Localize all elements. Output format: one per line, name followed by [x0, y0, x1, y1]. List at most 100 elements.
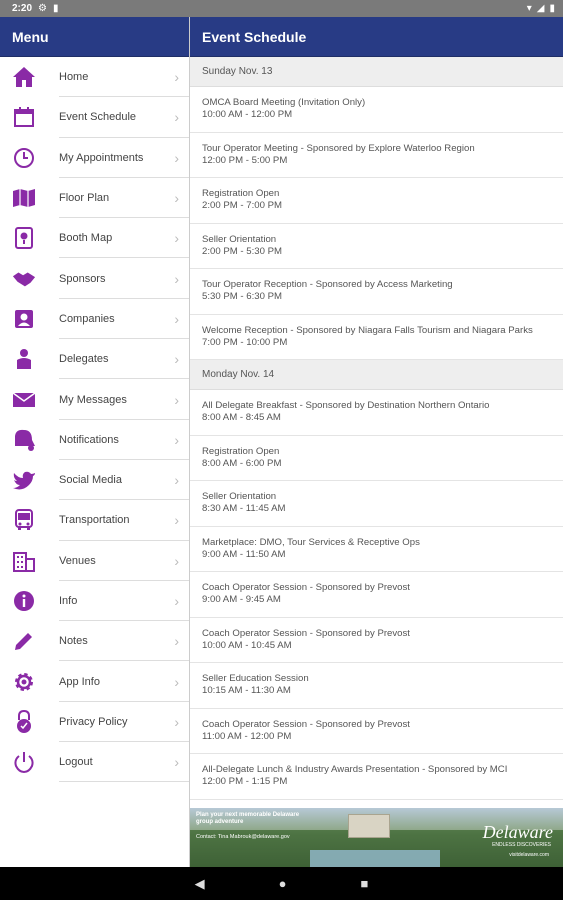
menu-title: Menu: [0, 17, 189, 57]
sidebar-item-notifications[interactable]: Notifications ›: [0, 420, 189, 460]
sidebar-item-transportation[interactable]: Transportation ›: [0, 500, 189, 541]
mail-icon: [12, 388, 36, 412]
chevron-right-icon: ›: [174, 431, 179, 448]
sidebar-item-label: My Messages: [59, 393, 127, 406]
chevron-right-icon: ›: [174, 754, 179, 771]
event-row[interactable]: OMCA Board Meeting (Invitation Only) 10:0…: [190, 87, 563, 133]
event-row[interactable]: Tour Operator Reception - Sponsored by A…: [190, 269, 563, 315]
event-row[interactable]: Seller Education Session 10:15 AM - 11:30…: [190, 663, 563, 709]
sim-status-icon: ▮: [52, 3, 59, 14]
event-row[interactable]: All-Delegate Lunch & Industry Awards Pre…: [190, 754, 563, 800]
sidebar-item-event-schedule[interactable]: Event Schedule ›: [0, 97, 189, 138]
event-title: Tour Operator Reception - Sponsored by A…: [202, 279, 453, 291]
info-icon: [12, 589, 36, 613]
event-time: 5:30 PM - 6:30 PM: [202, 291, 282, 303]
sidebar-item-label: Logout: [59, 756, 93, 769]
status-bar: 2:20 ⚙ ▮ ▾ ◢ ▮: [0, 0, 563, 17]
event-time: 2:00 PM - 7:00 PM: [202, 200, 282, 212]
sidebar-item-floor-plan[interactable]: Floor Plan ›: [0, 178, 189, 219]
sidebar-item-label: Privacy Policy: [59, 715, 128, 728]
lock-icon: [12, 709, 36, 734]
sidebar-item-privacy-policy[interactable]: Privacy Policy ›: [0, 702, 189, 743]
sidebar-item-notes[interactable]: Notes ›: [0, 621, 189, 662]
event-title: All Delegate Breakfast - Sponsored by De…: [202, 400, 490, 412]
sidebar-item-booth-map[interactable]: Booth Map ›: [0, 218, 189, 259]
chevron-right-icon: ›: [174, 512, 179, 529]
sidebar-item-label: Social Media: [59, 474, 122, 487]
sidebar-item-app-info[interactable]: App Info ›: [0, 661, 189, 702]
event-title: Seller Orientation: [202, 491, 277, 503]
battery-icon: ▮: [549, 3, 555, 14]
schedule-list: Sunday Nov. 13 OMCA Board Meeting (Invita…: [190, 57, 563, 800]
event-row[interactable]: Marketplace: DMO, Tour Services & Recept…: [190, 527, 563, 572]
sidebar-item-label: Notes: [59, 635, 88, 648]
event-time: 10:00 AM - 12:00 PM: [202, 109, 293, 121]
power-icon: [12, 750, 36, 774]
sidebar-item-label: Delegates: [59, 353, 109, 366]
event-row[interactable]: All Delegate Breakfast - Sponsored by De…: [190, 390, 563, 436]
sidebar-item-label: Venues: [59, 554, 96, 567]
sidebar-item-my-messages[interactable]: My Messages ›: [0, 379, 189, 420]
chevron-right-icon: ›: [174, 593, 179, 609]
event-title: Coach Operator Session - Sponsored by Pr…: [202, 627, 410, 639]
event-time: 9:00 AM - 9:45 AM: [202, 594, 281, 606]
sidebar-item-label: Info: [59, 595, 78, 607]
event-title: OMCA Board Meeting (Invitation Only): [202, 97, 366, 109]
chevron-right-icon: ›: [174, 310, 179, 327]
sidebar-item-social-media[interactable]: Social Media ›: [0, 460, 189, 501]
event-row[interactable]: Coach Operator Session - Sponsored by Pr…: [190, 618, 563, 663]
page-title: Event Schedule: [190, 17, 563, 57]
event-row[interactable]: Tour Operator Meeting - Sponsored by Exp…: [190, 133, 563, 178]
home-button-icon[interactable]: ●: [279, 876, 287, 891]
sidebar-item-label: App Info: [59, 675, 100, 688]
chevron-right-icon: ›: [174, 673, 179, 690]
settings-status-icon: ⚙: [38, 3, 47, 14]
sidebar-item-my-appointments[interactable]: My Appointments ›: [0, 138, 189, 178]
contacts-icon: [12, 307, 36, 331]
event-title: All-Delegate Lunch & Industry Awards Pre…: [202, 764, 508, 776]
pencil-icon: [12, 629, 36, 653]
chevron-right-icon: ›: [174, 270, 179, 287]
event-title: Seller Education Session: [202, 673, 309, 685]
sidebar-item-sponsors[interactable]: Sponsors ›: [0, 258, 189, 299]
sidebar-item-venues[interactable]: Venues ›: [0, 541, 189, 581]
signal-icon: ◢: [536, 3, 545, 14]
event-time: 9:00 AM - 11:50 AM: [202, 548, 286, 560]
banner-tagline: ENDLESS DISCOVERIES: [492, 842, 551, 848]
recents-icon[interactable]: ■: [361, 876, 369, 891]
event-row[interactable]: Welcome Reception - Sponsored by Niagara…: [190, 315, 563, 360]
sidebar-item-companies[interactable]: Companies ›: [0, 299, 189, 340]
sidebar-item-label: Companies: [59, 312, 115, 325]
chevron-right-icon: ›: [174, 552, 179, 569]
chevron-right-icon: ›: [174, 69, 179, 86]
event-title: Coach Operator Session - Sponsored by Pr…: [202, 718, 410, 730]
sidebar-item-home[interactable]: Home ›: [0, 57, 189, 98]
event-row[interactable]: Coach Operator Session - Sponsored by Pr…: [190, 709, 563, 754]
event-title: Seller Orientation: [202, 233, 277, 245]
advertisement-banner[interactable]: Plan your next memorable Delaware group …: [190, 808, 563, 867]
banner-contact: Contact: Tina Mabrouk@delaware.gov: [196, 834, 290, 840]
banner-headline: Plan your next memorable Delaware group …: [196, 812, 300, 825]
sidebar-item-label: My Appointments: [59, 151, 144, 164]
sidebar-item-info[interactable]: Info ›: [0, 581, 189, 622]
event-row[interactable]: Seller Orientation 2:00 PM - 5:30 PM: [190, 224, 563, 269]
back-icon[interactable]: ◀: [195, 876, 205, 892]
sidebar-item-logout[interactable]: Logout ›: [0, 742, 189, 783]
event-time: 12:00 PM - 1:15 PM: [202, 776, 288, 788]
event-row[interactable]: Registration Open 2:00 PM - 7:00 PM: [190, 178, 563, 224]
sidebar-item-label: Transportation: [59, 514, 130, 527]
banner-pond-image: [310, 850, 440, 867]
bus-icon: [12, 508, 36, 532]
event-time: 8:00 AM - 6:00 PM: [202, 457, 282, 469]
day-header: Sunday Nov. 13: [190, 57, 563, 87]
bird-icon: [12, 468, 36, 492]
chevron-right-icon: ›: [174, 190, 179, 207]
chevron-right-icon: ›: [174, 230, 179, 247]
sidebar-item-delegates[interactable]: Delegates ›: [0, 339, 189, 380]
event-row[interactable]: Registration Open 8:00 AM - 6:00 PM: [190, 436, 563, 481]
event-row[interactable]: Coach Operator Session - Sponsored by Pr…: [190, 572, 563, 618]
bell-icon: [12, 428, 36, 452]
event-row[interactable]: Seller Orientation 8:30 AM - 11:45 AM: [190, 481, 563, 527]
event-title: Registration Open: [202, 445, 280, 457]
banner-mansion-image: [348, 814, 390, 838]
